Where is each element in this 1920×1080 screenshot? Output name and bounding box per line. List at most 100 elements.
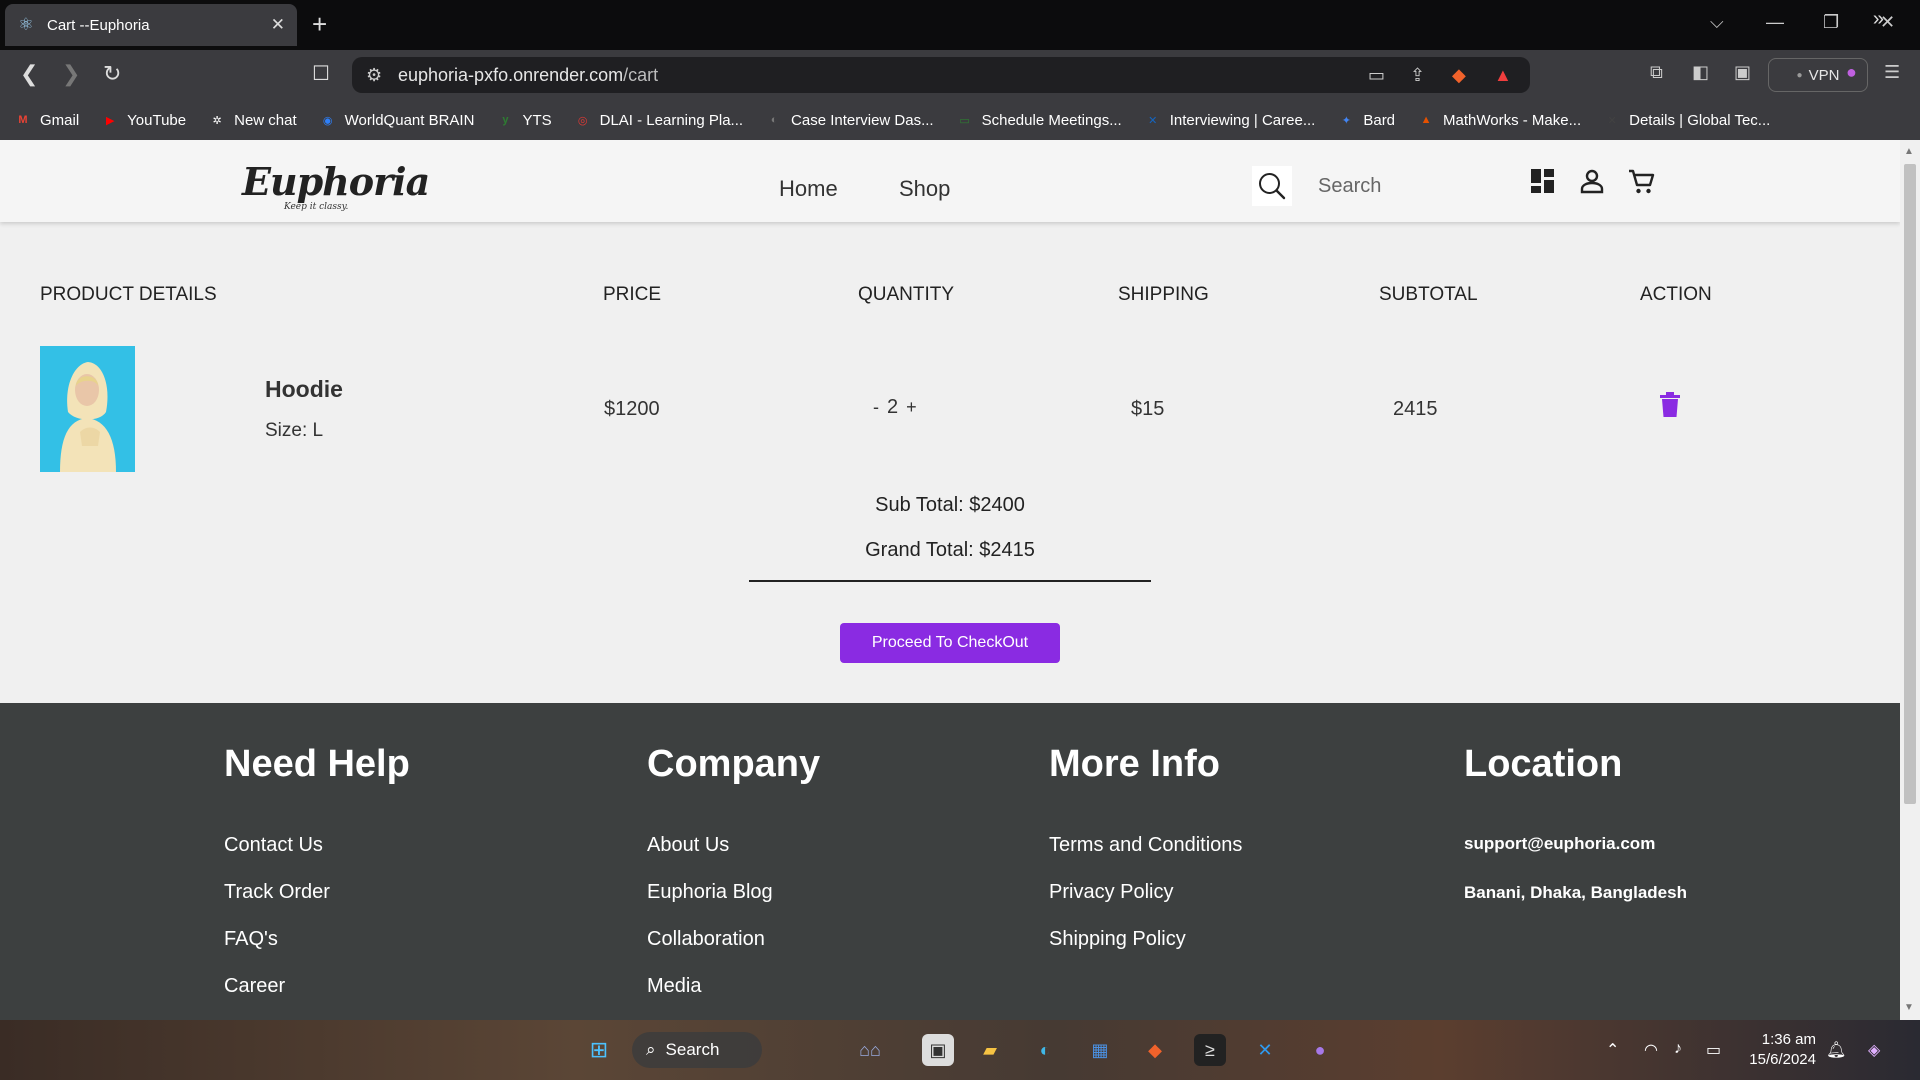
quantity-increase-button[interactable]: + [906,397,917,418]
product-name[interactable]: Hoodie [265,376,343,403]
bookmark-label: Case Interview Das... [791,111,934,129]
menu-icon[interactable]: ☰ [1884,62,1900,83]
quantity-decrease-button[interactable]: - [873,397,879,418]
new-tab-button[interactable]: + [312,10,327,38]
footer-link-faqs[interactable]: FAQ's [224,928,278,951]
dashboard-grid-icon[interactable] [1530,168,1560,198]
system-clock[interactable]: 1:36 am 15/6/2024 [1744,1030,1816,1070]
footer-link-euphoria-blog[interactable]: Euphoria Blog [647,881,773,904]
windows-taskbar: ⊞ ⌕ Search ⌂⌂ ▣ ▰ ◐ ▦ ◆ ≥ ✕ ● ⌃ ◠ ♪ ▭ 1:… [0,1020,1920,1080]
install-app-icon[interactable]: ▭ [1368,65,1385,86]
forward-icon[interactable]: ❯ [62,61,80,87]
terminal-icon[interactable]: ≥ [1194,1034,1226,1066]
back-icon[interactable]: ❮ [20,61,38,87]
bookmark-item[interactable]: ✕ Details | Global Tec... [1603,111,1771,129]
col-subtotal: SUBTOTAL [1379,284,1478,305]
site-settings-icon[interactable]: ⚙ [366,65,382,86]
github-desktop-icon[interactable]: ● [1304,1034,1336,1066]
bookmark-label: WorldQuant BRAIN [344,111,475,129]
bookmark-item[interactable]: ▲ MathWorks - Make... [1417,111,1582,129]
bookmark-item[interactable]: ✦ Bard [1337,111,1395,129]
battery-icon[interactable]: ▭ [1706,1040,1721,1060]
shopping-cart-icon[interactable] [1628,168,1658,198]
search-icon[interactable] [1252,166,1292,206]
bookmark-item[interactable]: ✕ Interviewing | Caree... [1144,111,1315,129]
brave-browser-icon[interactable]: ◆ [1139,1034,1171,1066]
proceed-to-checkout-button[interactable]: Proceed To CheckOut [840,623,1060,663]
taskbar-search[interactable]: ⌕ Search [632,1032,762,1068]
page-scrollbar[interactable]: ▲ ▼ [1900,140,1920,1020]
bookmark-label: DLAI - Learning Pla... [599,111,744,129]
extensions-icon[interactable]: ⧉ [1650,62,1663,83]
page-viewport: Euphoria Keep it classy. Home Shop PRODU… [0,140,1900,1020]
bookmark-item[interactable]: y YTS [496,111,551,129]
notification-bell-icon[interactable]: 🔔︎ [1826,1040,1846,1060]
task-view-icon[interactable]: ▣ [922,1034,954,1066]
nav-home[interactable]: Home [779,176,838,202]
bookmark-item[interactable]: ▶ YouTube [101,111,186,129]
yts-icon: y [502,114,509,126]
wifi-icon[interactable]: ◠ [1644,1040,1658,1060]
footer-link-career[interactable]: Career [224,975,285,998]
site-logo[interactable]: Euphoria [242,162,430,202]
vscode-icon[interactable]: ✕ [1249,1034,1281,1066]
logo-tagline: Keep it classy. [284,202,349,212]
bookmark-item[interactable]: ▭ Schedule Meetings... [956,111,1122,129]
scroll-up-arrow-icon[interactable]: ▲ [1904,146,1914,157]
volume-icon[interactable]: ♪ [1674,1040,1682,1058]
more-bookmarks-icon[interactable]: » [1873,8,1884,31]
minimize-icon[interactable]: — [1766,12,1784,33]
tray-chevron-icon[interactable]: ⌃ [1606,1040,1619,1060]
nav-shop[interactable]: Shop [899,176,950,202]
footer-link-privacy-policy[interactable]: Privacy Policy [1049,881,1173,904]
footer-support-email[interactable]: support@euphoria.com [1464,834,1655,854]
microsoft-store-icon[interactable]: ▦ [1084,1034,1116,1066]
scrollbar-thumb[interactable] [1904,164,1916,804]
browser-tab-active[interactable]: ⚛ Cart --Euphoria ✕ [5,4,297,46]
bookmark-label: Schedule Meetings... [981,111,1122,129]
scroll-down-arrow-icon[interactable]: ▼ [1904,1002,1914,1013]
bookmark-item[interactable]: ✲ New chat [208,111,297,129]
case-interview-icon: ◐ [770,114,778,126]
reload-icon[interactable]: ↻ [103,61,121,87]
footer-link-shipping-policy[interactable]: Shipping Policy [1049,928,1186,951]
edge-icon[interactable]: ◐ [1029,1034,1061,1066]
mathworks-icon: ▲ [1420,114,1432,126]
browser-toolbar: ❮ ❯ ↻ ☐ ⚙ euphoria-pxfo.onrender.com/car… [0,50,1920,100]
vpn-label: VPN [1808,66,1840,84]
file-explorer-icon[interactable]: ▰ [974,1034,1006,1066]
site-footer: Need Help Contact Us Track Order FAQ's C… [0,703,1900,1020]
bookmark-icon[interactable]: ☐ [312,61,330,86]
user-account-icon[interactable] [1579,168,1609,198]
footer-link-track-order[interactable]: Track Order [224,881,330,904]
quantity-value: 2 [887,396,899,418]
copilot-icon[interactable]: ◈ [1868,1040,1880,1060]
footer-link-contact-us[interactable]: Contact Us [224,834,323,857]
brave-rewards-icon[interactable]: ▲ [1494,65,1512,86]
windows-start-icon[interactable]: ⊞ [583,1034,615,1066]
footer-link-collaboration[interactable]: Collaboration [647,928,765,951]
wallet-icon[interactable]: ▣ [1734,62,1751,83]
bookmark-item[interactable]: ◉ WorldQuant BRAIN [319,111,475,129]
address-bar[interactable]: ⚙ euphoria-pxfo.onrender.com/cart ▭ ⇪ ◆ … [352,57,1530,93]
search-input[interactable] [1318,168,1478,204]
footer-link-media[interactable]: Media [647,975,701,998]
tab-search-chevron-icon[interactable]: ⌵ [1710,12,1724,33]
profile-avatar-icon[interactable]: ● [1846,62,1857,83]
footer-link-terms[interactable]: Terms and Conditions [1049,834,1242,857]
delete-item-trash-icon[interactable] [1660,392,1680,418]
product-subtotal: 2415 [1393,398,1438,420]
brave-shields-icon[interactable]: ◆ [1452,65,1466,86]
col-price: PRICE [603,284,662,305]
footer-link-about-us[interactable]: About Us [647,834,729,857]
sidebar-icon[interactable]: ◧ [1692,62,1709,83]
product-image-hoodie[interactable] [40,346,135,472]
widgets-icon[interactable]: ⌂⌂ [840,1034,900,1066]
bookmark-item[interactable]: ◐ Case Interview Das... [765,111,934,129]
share-icon[interactable]: ⇪ [1410,65,1425,86]
site-header: Euphoria Keep it classy. Home Shop [0,140,1900,222]
tab-close-icon[interactable]: ✕ [271,15,285,35]
bookmark-item[interactable]: ◎ DLAI - Learning Pla... [574,111,743,129]
bookmark-item[interactable]: M Gmail [14,111,79,129]
restore-icon[interactable]: ❐ [1823,12,1839,33]
